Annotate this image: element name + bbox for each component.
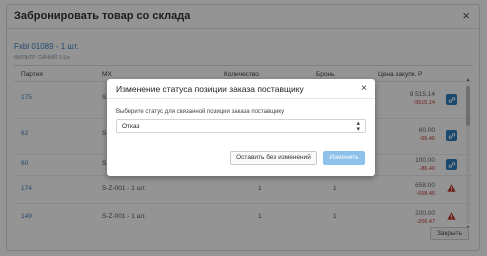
dialog-title: Изменение статуса позиции заказа поставщ…: [116, 84, 304, 94]
status-select-value: Отказ: [122, 123, 140, 130]
dialog-header: Изменение статуса позиции заказа поставщ…: [107, 79, 375, 99]
status-dialog: Изменение статуса позиции заказа поставщ…: [107, 79, 375, 176]
keep-unchanged-button[interactable]: Оставить без изменений: [230, 151, 317, 165]
status-select-label: Выберите статус для связанной позиции за…: [116, 109, 285, 115]
change-button[interactable]: Изменить: [323, 151, 365, 165]
sort-arrows-icon: ▴ ▾: [356, 120, 360, 133]
page: Забронировать товар со склада × Fxbl 010…: [0, 0, 487, 256]
status-select[interactable]: Отказ ▴ ▾: [116, 119, 366, 133]
dialog-close-icon[interactable]: ×: [361, 83, 367, 94]
